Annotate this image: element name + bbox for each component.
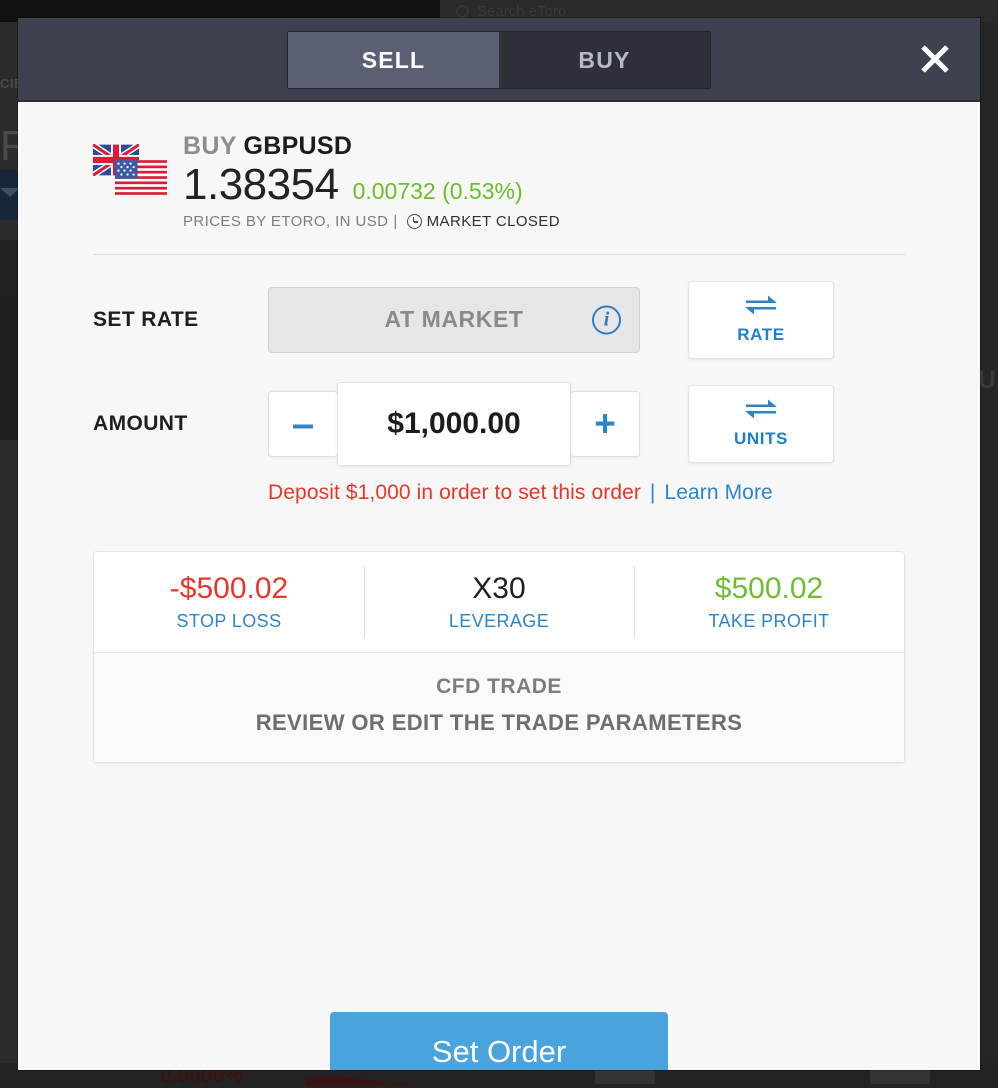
rate-toggle-label: RATE (737, 325, 785, 345)
deposit-warning: Deposit $1,000 in order to set this orde… (18, 481, 980, 505)
dialog-body: BUY GBPUSD 1.38354 0.00732 (0.53%) PRICE… (18, 102, 980, 1070)
search-icon (456, 4, 469, 18)
take-profit-cell[interactable]: $500.02 TAKE PROFIT (634, 552, 904, 652)
review-parameters-label: REVIEW OR EDIT THE TRADE PARAMETERS (255, 709, 743, 735)
instrument-symbol: GBPUSD (243, 132, 353, 160)
trade-parameters-card: -$500.02 STOP LOSS X30 LEVERAGE $500.02 … (93, 550, 905, 763)
info-icon[interactable]: i (592, 305, 621, 335)
background-highlight-tile (0, 170, 20, 220)
stop-loss-value: -$500.02 (169, 571, 289, 605)
set-order-button[interactable]: Set Order (330, 1012, 668, 1070)
instrument-price-row: 1.38354 0.00732 (0.53%) (183, 159, 560, 209)
deposit-warning-separator: | (649, 480, 656, 504)
rate-toggle-button[interactable]: RATE (688, 280, 834, 359)
amount-decrement-button[interactable]: – (268, 390, 338, 457)
swap-arrows-icon (744, 294, 778, 321)
us-flag-icon (115, 160, 167, 195)
amount-row: AMOUNT – + UNITS (18, 381, 980, 466)
amount-input[interactable] (337, 381, 571, 466)
close-button[interactable] (912, 36, 958, 82)
tab-sell[interactable]: SELL (287, 31, 499, 89)
side-toggle-group: SELL BUY (287, 31, 711, 89)
market-status: MARKET CLOSED (426, 212, 560, 230)
search-placeholder-text: Search eToro (477, 2, 567, 20)
background-row-b (0, 300, 18, 440)
amount-increment-button[interactable]: + (570, 390, 640, 457)
instrument-flags (93, 144, 169, 200)
instrument-direction: BUY (183, 132, 237, 160)
swap-arrows-icon (744, 398, 778, 425)
background-row-a (0, 240, 18, 300)
leverage-label: LEVERAGE (448, 610, 550, 631)
background-sparkline (305, 1075, 425, 1086)
amount-label: AMOUNT (93, 411, 188, 435)
learn-more-link[interactable]: Learn More (664, 481, 772, 504)
leverage-cell[interactable]: X30 LEVERAGE (364, 552, 634, 652)
take-profit-value: $500.02 (714, 571, 824, 605)
amount-stepper: – + (268, 381, 640, 466)
trade-parameters-row: -$500.02 STOP LOSS X30 LEVERAGE $500.02 … (94, 552, 904, 652)
instrument-title: BUY GBPUSD (183, 132, 560, 161)
close-icon (918, 42, 952, 76)
tab-buy[interactable]: BUY (499, 31, 711, 89)
trade-order-dialog: SELL BUY BUY GBPUSD 1.38354 0.00732 (0.5… (18, 18, 980, 1070)
stop-loss-label: STOP LOSS (176, 610, 282, 631)
instrument-price: 1.38354 (183, 159, 339, 209)
clock-icon (406, 213, 422, 229)
deposit-warning-text: Deposit $1,000 in order to set this orde… (268, 480, 641, 504)
set-rate-label: SET RATE (93, 307, 199, 331)
units-toggle-button[interactable]: UNITS (688, 384, 834, 463)
stop-loss-cell[interactable]: -$500.02 STOP LOSS (94, 552, 364, 652)
rate-value-box[interactable]: AT MARKET i (268, 286, 640, 353)
prices-by-label: PRICES BY ETORO, IN USD (183, 212, 389, 230)
rate-value: AT MARKET (384, 306, 524, 333)
background-right-strip (980, 22, 998, 1088)
trade-type-label: CFD TRADE (436, 674, 562, 698)
leverage-value: X30 (472, 571, 526, 605)
instrument-summary: BUY GBPUSD 1.38354 0.00732 (0.53%) PRICE… (18, 102, 980, 230)
meta-separator: | (393, 212, 398, 230)
trade-parameters-footer[interactable]: CFD TRADE REVIEW OR EDIT THE TRADE PARAM… (94, 651, 904, 762)
take-profit-label: TAKE PROFIT (708, 610, 830, 631)
instrument-change: 0.00732 (0.53%) (352, 177, 523, 204)
dialog-header: SELL BUY (18, 18, 980, 102)
units-toggle-label: UNITS (734, 429, 788, 449)
set-rate-row: SET RATE AT MARKET i RATE (18, 280, 980, 359)
instrument-text: BUY GBPUSD 1.38354 0.00732 (0.53%) PRICE… (183, 130, 560, 230)
instrument-meta: PRICES BY ETORO, IN USD | MARKET CLOSED (183, 213, 560, 230)
section-divider (93, 253, 905, 255)
